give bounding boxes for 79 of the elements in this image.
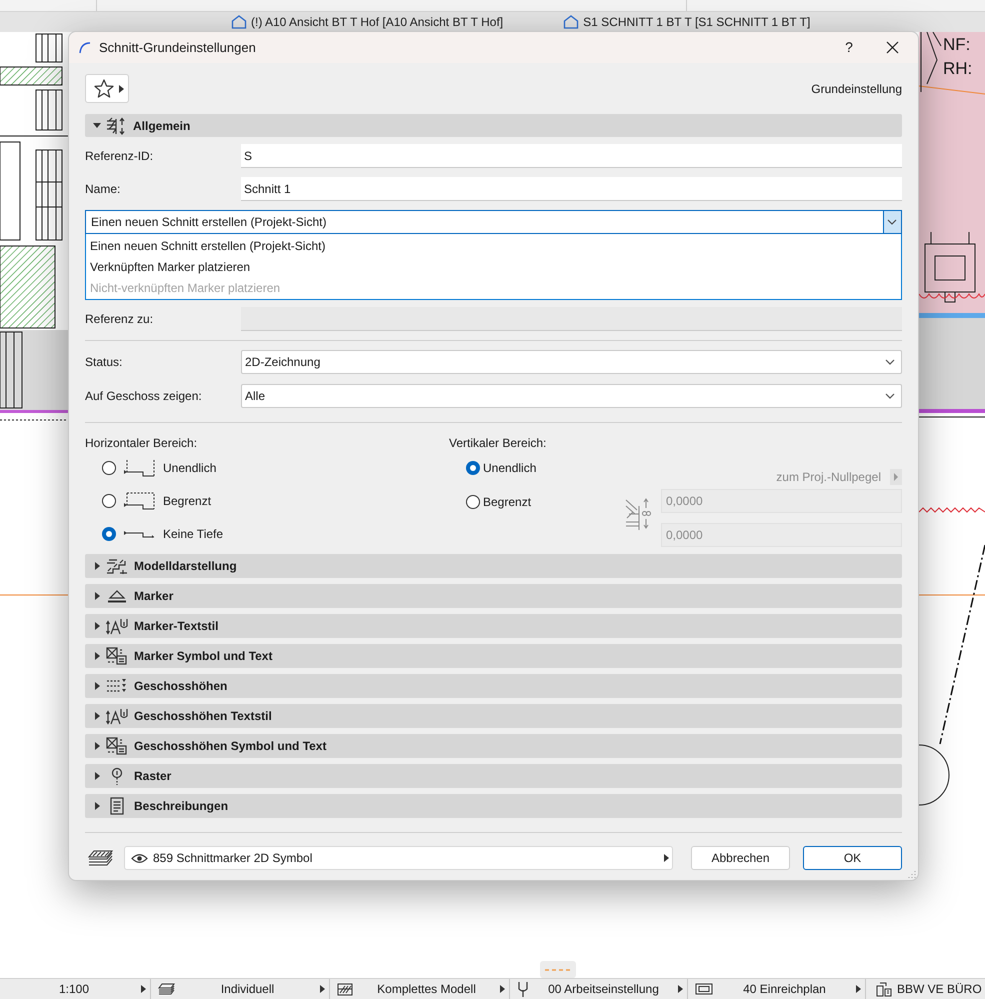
radio-button[interactable]: [102, 494, 116, 508]
symbol-text-icon: [106, 647, 128, 665]
field-label: Auf Geschoss zeigen:: [85, 388, 203, 405]
group-label: Vertikaler Bereich:: [449, 435, 548, 451]
section-header[interactable]: Geschosshöhen: [85, 674, 902, 698]
section-header[interactable]: Raster: [85, 764, 902, 788]
limited-depth-icon: [123, 492, 155, 510]
field-label: Status:: [85, 354, 124, 371]
group-label: Horizontaler Bereich:: [85, 435, 198, 451]
layout-frame-icon: [695, 983, 713, 995]
drawing-label: NF:: [943, 35, 970, 55]
unlimited-depth-icon: [123, 459, 155, 477]
section-header[interactable]: Geschosshöhen Symbol und Text: [85, 734, 902, 758]
dropdown-option[interactable]: Verknüpften Marker platzieren: [86, 256, 901, 277]
no-depth-icon: [123, 529, 155, 539]
section-header[interactable]: Allgemein: [85, 114, 902, 137]
status-bar-item[interactable]: Komplettes Modell: [330, 979, 510, 999]
house-outline-icon: [231, 15, 247, 29]
section-header[interactable]: Marker-Textstil: [85, 614, 902, 638]
status-bar-item[interactable]: 40 Einreichplan: [688, 979, 866, 999]
select-field[interactable]: Alle: [241, 384, 902, 408]
hatched-steps-icon: [106, 557, 128, 575]
publisher-icon: [876, 981, 892, 997]
radio-button[interactable]: [102, 527, 116, 541]
panel-grip-icon[interactable]: [540, 961, 576, 978]
status-bar-item[interactable]: 00 Arbeitseinstellung: [510, 979, 688, 999]
status-bar-item[interactable]: BBW VE BÜRO: [866, 979, 985, 999]
dialog-button[interactable]: Abbrechen: [691, 846, 790, 870]
radio-button[interactable]: [466, 495, 480, 509]
drawing-label: RH:: [943, 59, 972, 79]
radio-label: Keine Tiefe: [163, 526, 224, 543]
section-header[interactable]: Geschosshöhen Textstil: [85, 704, 902, 728]
house-outline-icon: [563, 15, 580, 29]
radio-label: Begrenzt: [483, 494, 532, 511]
field-label: Referenz-ID:: [85, 148, 154, 165]
close-icon: [886, 41, 898, 54]
field-label: Referenz zu:: [85, 311, 154, 328]
section-header[interactable]: Beschreibungen: [85, 794, 902, 818]
view-tab[interactable]: (!) A10 Ansicht BT T Hof [A10 Ansicht BT T Hof]: [229, 12, 506, 32]
radio-label: Unendlich: [483, 460, 536, 477]
section-header[interactable]: Modelldarstellung: [85, 554, 902, 578]
resize-grip-icon: [908, 870, 916, 878]
dialog-title: Schnitt-Grundeinstellungen: [99, 38, 257, 57]
chevron-down-icon: [885, 393, 895, 399]
hatched-box-icon: [337, 982, 353, 996]
favorites-button[interactable]: [85, 74, 129, 103]
text-field[interactable]: S: [241, 144, 902, 168]
chevron-down-icon: [885, 359, 895, 365]
text-style-icon: [106, 617, 128, 635]
chevron-down-icon: [883, 211, 901, 233]
view-tab[interactable]: S1 SCHNITT 1 BT T [S1 SCHNITT 1 BT T]: [561, 12, 812, 32]
symbol-text-icon: [106, 737, 128, 755]
caret-right-icon: [119, 84, 124, 92]
dialog-button[interactable]: OK: [803, 846, 902, 870]
caret-right-icon: [890, 469, 902, 485]
radio-label: Unendlich: [163, 460, 216, 477]
preset-name: Grundeinstellung: [811, 80, 902, 98]
help-button[interactable]: ?: [829, 34, 869, 62]
layers-stack-icon: [88, 850, 113, 866]
section-header[interactable]: Marker: [85, 584, 902, 608]
select-field[interactable]: 2D-Zeichnung: [241, 350, 902, 374]
eye-icon: [131, 852, 148, 864]
caret-right-icon: [664, 854, 669, 862]
text-style-icon: [106, 707, 128, 725]
status-bar-item[interactable]: 1:100: [0, 979, 151, 999]
radio-button[interactable]: [466, 461, 480, 475]
layers-icon: [158, 982, 175, 996]
section-header[interactable]: Marker Symbol und Text: [85, 644, 902, 668]
field-label: Name:: [85, 181, 122, 198]
radio-button[interactable]: [102, 461, 116, 475]
arc-icon: [79, 42, 91, 54]
pen-icon: [517, 980, 529, 998]
text-field[interactable]: Schnitt 1: [241, 177, 902, 201]
symbol-field[interactable]: 859 Schnittmarker 2D Symbol: [124, 846, 673, 870]
radio-label: Begrenzt: [163, 493, 212, 510]
dropdown-option[interactable]: Einen neuen Schnitt erstellen (Projekt-Sicht): [86, 235, 901, 256]
mode-dropdown[interactable]: Einen neuen Schnitt erstellen (Projekt-Sicht): [85, 210, 902, 234]
status-bar-item[interactable]: Individuell: [151, 979, 330, 999]
star-icon: [94, 79, 114, 98]
